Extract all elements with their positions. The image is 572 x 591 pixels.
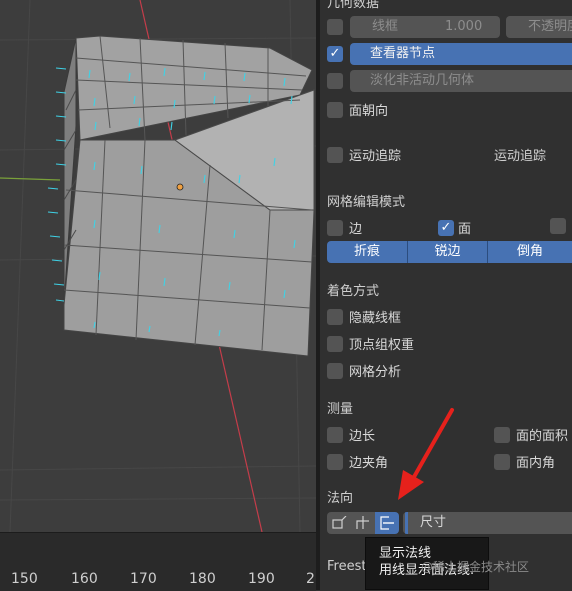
split-normals-icon	[356, 516, 369, 529]
wireframe-checkbox[interactable]	[327, 19, 343, 35]
mesh-edit-header: 网格编辑模式	[327, 195, 406, 210]
fade-inactive-label: 淡化非活动几何体	[370, 73, 475, 88]
geometry-header: 几何数据	[327, 0, 380, 11]
timeline-ruler[interactable]: 150 160 170 180 190 2	[0, 532, 316, 591]
motion-tracking-label: 运动追踪	[349, 149, 402, 164]
mesh-analysis-toggle[interactable]: 网格分析	[327, 361, 401, 380]
wireframe-value: 1.000	[445, 19, 483, 34]
fade-inactive-toggle[interactable]	[327, 73, 343, 89]
normals-size-label: 尺寸	[420, 515, 447, 530]
normals-header: 法向	[327, 491, 354, 506]
bevel-button[interactable]: 倒角	[487, 241, 572, 263]
edge-length-toggle[interactable]: 边长	[327, 425, 375, 444]
fade-inactive-field[interactable]: 淡化非活动几何体	[350, 70, 572, 92]
edge-length-checkbox[interactable]	[327, 426, 343, 443]
edge-length-label: 边长	[349, 429, 376, 444]
frame-label: 170	[130, 571, 157, 587]
mesh-analysis-checkbox[interactable]	[327, 362, 343, 379]
checkmark-icon[interactable]: ✓	[327, 46, 343, 62]
opacity-label: 不透明度	[528, 19, 572, 34]
face-angle-checkbox[interactable]	[494, 453, 510, 470]
frame-label: 190	[248, 571, 275, 587]
frame-label: 2	[306, 571, 315, 587]
face-normals-button[interactable]	[375, 512, 399, 534]
3d-viewport[interactable]	[0, 0, 316, 532]
wireframe-slider[interactable]: 线框 1.000	[350, 16, 500, 38]
object-origin	[176, 183, 184, 191]
face-area-checkbox[interactable]	[494, 426, 510, 443]
face-angle-label: 面内角	[516, 456, 556, 471]
size-slider-indicator	[405, 512, 408, 534]
hidden-wire-toggle[interactable]: 隐藏线框	[327, 307, 401, 326]
face-area-label: 面的面积	[516, 429, 569, 444]
edge-checkbox[interactable]	[327, 219, 343, 236]
normals-size-field[interactable]: 尺寸	[403, 512, 572, 534]
crease-button[interactable]: 折痕	[327, 241, 407, 263]
face-label: 面	[458, 222, 472, 237]
face-orientation-label: 面朝向	[349, 104, 389, 119]
vertex-group-weights-label: 顶点组权重	[349, 338, 415, 353]
wireframe-toggle[interactable]	[327, 19, 343, 35]
viewport-scene	[0, 0, 316, 532]
vertex-group-weights-toggle[interactable]: 顶点组权重	[327, 334, 414, 353]
face-normals-icon	[380, 516, 394, 530]
shading-header: 着色方式	[327, 284, 380, 299]
fade-inactive-checkbox[interactable]	[327, 73, 343, 89]
motion-tracking-right-label: 运动追踪	[494, 149, 547, 164]
sharp-button[interactable]: 锐边	[407, 241, 487, 263]
watermark: @稀土掘金技术社区	[421, 560, 530, 574]
viewer-node-toggle[interactable]: ✓	[327, 46, 343, 62]
mesh-analysis-label: 网格分析	[349, 365, 402, 380]
face-area-toggle[interactable]: 面的面积	[494, 425, 568, 444]
motion-tracking-checkbox[interactable]	[327, 146, 343, 163]
freestyle-header: Freest	[327, 559, 367, 574]
mesh-cube	[47, 35, 315, 357]
viewer-node-label: 查看器节点	[370, 46, 436, 61]
frame-label: 160	[71, 571, 98, 587]
vertex-normals-icon	[332, 516, 347, 529]
overlays-panel: 几何数据 线框 1.000 不透明度 ✓ 查看器节点 淡化非活动几何体 面朝向 …	[320, 0, 572, 590]
split-normals-button[interactable]	[351, 512, 375, 534]
face-toggle[interactable]: ✓ 面	[438, 218, 471, 237]
face-angle-toggle[interactable]: 面内角	[494, 452, 555, 471]
measurement-header: 测量	[327, 402, 354, 417]
hidden-wire-label: 隐藏线框	[349, 311, 402, 326]
checkmark-icon[interactable]: ✓	[438, 219, 454, 236]
face-orientation-toggle[interactable]: 面朝向	[327, 100, 388, 119]
third-checkbox[interactable]	[550, 218, 566, 234]
edge-angle-toggle[interactable]: 边夹角	[327, 452, 388, 471]
opacity-slider[interactable]: 不透明度	[506, 16, 572, 38]
frame-label: 150	[11, 571, 38, 587]
edge-angle-checkbox[interactable]	[327, 453, 343, 470]
frame-label: 180	[189, 571, 216, 587]
vertex-group-weights-checkbox[interactable]	[327, 335, 343, 352]
motion-tracking-toggle[interactable]: 运动追踪	[327, 145, 401, 164]
vertex-normals-button[interactable]	[327, 512, 351, 534]
hidden-wire-checkbox[interactable]	[327, 308, 343, 325]
third-toggle[interactable]	[550, 218, 566, 234]
wireframe-label: 线框	[372, 19, 399, 34]
edge-angle-label: 边夹角	[349, 456, 389, 471]
edge-label: 边	[349, 222, 363, 237]
viewer-node-field[interactable]: 查看器节点	[350, 43, 572, 65]
face-orientation-checkbox[interactable]	[327, 101, 343, 118]
edge-toggle[interactable]: 边	[327, 218, 362, 237]
y-axis-line	[0, 177, 61, 181]
